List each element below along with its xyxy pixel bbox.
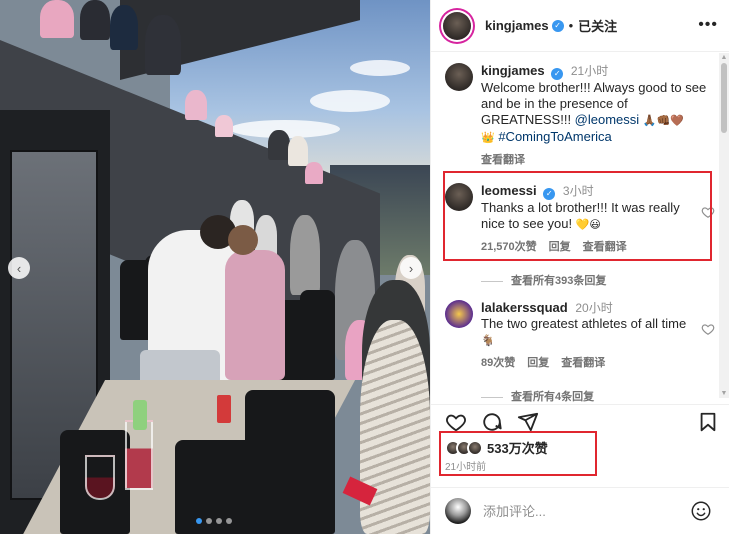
current-user-avatar — [445, 498, 471, 524]
comment-item: lalakerssquad 20小时 The two greatest athl… — [445, 300, 715, 371]
carousel-dot — [216, 518, 222, 524]
crown-emoji: 👑 — [481, 131, 495, 144]
commenter-username[interactable]: lalakerssquad — [481, 300, 568, 315]
carousel-dot — [226, 518, 232, 524]
chevron-right-icon: › — [408, 260, 414, 276]
author-avatar[interactable] — [443, 11, 471, 40]
post-details-panel: kingjames ✓ • 已关注 ••• kingjames ✓ 21小时 W… — [430, 0, 729, 534]
comment-bubble-icon[interactable] — [481, 411, 503, 433]
caption-avatar[interactable] — [445, 63, 473, 91]
chevron-left-icon: ‹ — [16, 260, 22, 276]
caption: kingjames ✓ 21小时 Welcome brother!!! Alwa… — [445, 63, 715, 168]
following-button[interactable]: 已关注 — [578, 16, 617, 35]
caption-emoji: 🙏🏾👊🏾🤎 — [642, 114, 684, 127]
hashtag-link[interactable]: #ComingToAmerica — [498, 129, 611, 144]
see-translation-link[interactable]: 查看翻译 — [481, 152, 525, 168]
carousel-indicator — [196, 518, 232, 524]
reply-button[interactable]: 回复 — [527, 355, 549, 371]
emoji-smiley-icon[interactable] — [690, 500, 712, 522]
comment-emoji: 🐐 — [481, 334, 495, 347]
more-options-icon[interactable]: ••• — [698, 16, 718, 34]
likes-highlight-box — [439, 431, 597, 476]
mention-link[interactable]: @leomessi — [575, 112, 640, 127]
author-username[interactable]: kingjames — [485, 18, 549, 33]
comments-scrollbar[interactable]: ▲ ▼ — [719, 53, 729, 398]
commenter-avatar[interactable] — [445, 300, 473, 328]
post-header: kingjames ✓ • 已关注 ••• — [431, 0, 729, 52]
action-bar — [431, 404, 729, 434]
comment-highlight-box — [443, 171, 712, 261]
comment-text: The two greatest athletes of all time — [481, 316, 687, 331]
caption-username[interactable]: kingjames — [481, 63, 545, 78]
previous-image-button[interactable]: ‹ — [8, 257, 30, 279]
scroll-thumb[interactable] — [721, 63, 727, 133]
like-heart-icon[interactable] — [445, 411, 467, 433]
scroll-down-icon[interactable]: ▼ — [720, 390, 728, 397]
view-replies-link[interactable]: 查看所有4条回复 — [481, 388, 594, 403]
carousel-dot — [196, 518, 202, 524]
comment-time: 20小时 — [575, 301, 613, 315]
view-replies-link[interactable]: 查看所有393条回复 — [481, 272, 606, 288]
verified-badge-icon: ✓ — [551, 19, 564, 32]
next-image-button[interactable]: › — [400, 257, 422, 279]
carousel-dot — [206, 518, 212, 524]
verified-badge-icon: ✓ — [551, 68, 564, 80]
see-translation-link[interactable]: 查看翻译 — [561, 355, 605, 371]
save-bookmark-icon[interactable] — [697, 411, 719, 433]
add-comment-input[interactable] — [483, 503, 663, 519]
like-comment-heart-icon[interactable] — [701, 322, 715, 336]
separator: • — [568, 18, 574, 33]
post-photo[interactable]: ‹ › — [0, 0, 430, 534]
player-in-pink — [225, 250, 285, 380]
scroll-up-icon[interactable]: ▲ — [720, 54, 728, 61]
comment-like-count[interactable]: 89次赞 — [481, 355, 515, 371]
add-comment-bar — [431, 487, 729, 534]
caption-time: 21小时 — [570, 64, 609, 78]
share-send-icon[interactable] — [517, 411, 539, 433]
